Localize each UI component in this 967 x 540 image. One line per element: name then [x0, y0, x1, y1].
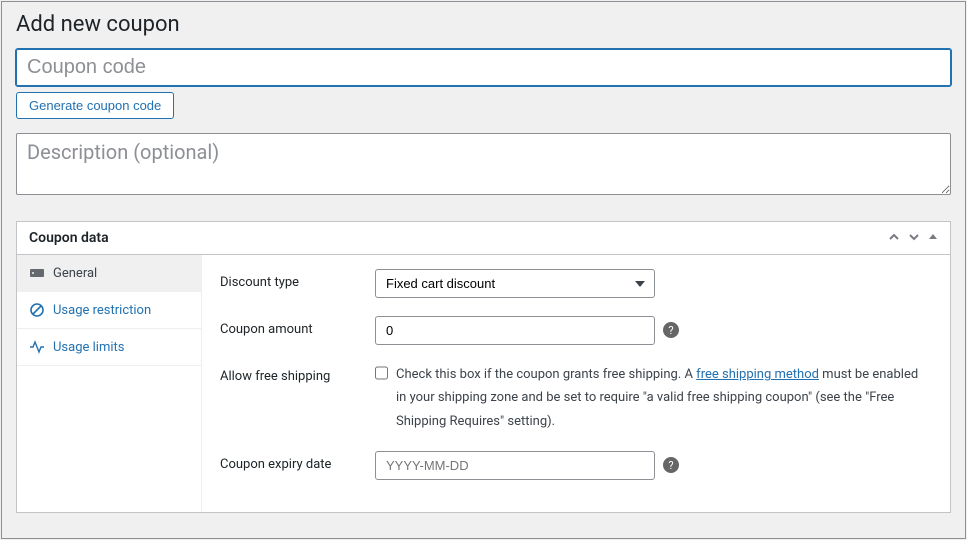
- coupon-amount-label: Coupon amount: [220, 316, 375, 337]
- activity-icon: [29, 339, 45, 355]
- free-shipping-description: Check this box if the coupon grants free…: [396, 363, 932, 433]
- discount-type-select[interactable]: Fixed cart discount: [375, 269, 655, 298]
- sidebar-item-usage-restriction[interactable]: Usage restriction: [17, 292, 201, 329]
- free-shipping-label: Allow free shipping: [220, 363, 375, 384]
- help-icon[interactable]: ?: [663, 322, 679, 338]
- no-entry-icon: [29, 302, 45, 318]
- help-icon[interactable]: ?: [663, 457, 679, 473]
- page-title: Add new coupon: [16, 12, 951, 37]
- sidebar-item-usage-limits[interactable]: Usage limits: [17, 329, 201, 366]
- panel-sidebar: General Usage restriction Usage limits: [17, 255, 202, 512]
- coupon-amount-row: Coupon amount ?: [220, 316, 932, 345]
- coupon-code-input[interactable]: [16, 49, 951, 86]
- expiry-date-row: Coupon expiry date ?: [220, 451, 932, 480]
- caret-up-icon[interactable]: [928, 231, 938, 245]
- expiry-date-label: Coupon expiry date: [220, 451, 375, 472]
- free-shipping-desc-prefix: Check this box if the coupon grants free…: [396, 367, 696, 382]
- coupon-data-panel: Coupon data General: [16, 221, 951, 513]
- coupon-amount-input[interactable]: [375, 316, 655, 345]
- sidebar-item-label: Usage limits: [53, 340, 124, 355]
- free-shipping-checkbox[interactable]: [375, 364, 388, 382]
- panel-title: Coupon data: [29, 230, 109, 246]
- free-shipping-row: Allow free shipping Check this box if th…: [220, 363, 932, 433]
- chevron-down-icon[interactable]: [908, 231, 920, 246]
- panel-controls: [888, 231, 938, 246]
- sidebar-item-label: General: [53, 266, 97, 281]
- description-textarea[interactable]: [16, 133, 951, 195]
- panel-header: Coupon data: [17, 222, 950, 255]
- sidebar-item-general[interactable]: General: [17, 255, 201, 292]
- expiry-date-input[interactable]: [375, 451, 655, 480]
- panel-content: Discount type Fixed cart discount Coupon…: [202, 255, 950, 512]
- discount-type-row: Discount type Fixed cart discount: [220, 269, 932, 298]
- ticket-icon: [29, 265, 45, 281]
- sidebar-item-label: Usage restriction: [53, 303, 151, 318]
- chevron-up-icon[interactable]: [888, 231, 900, 246]
- generate-coupon-button[interactable]: Generate coupon code: [16, 92, 174, 119]
- discount-type-label: Discount type: [220, 269, 375, 290]
- free-shipping-method-link[interactable]: free shipping method: [696, 367, 819, 382]
